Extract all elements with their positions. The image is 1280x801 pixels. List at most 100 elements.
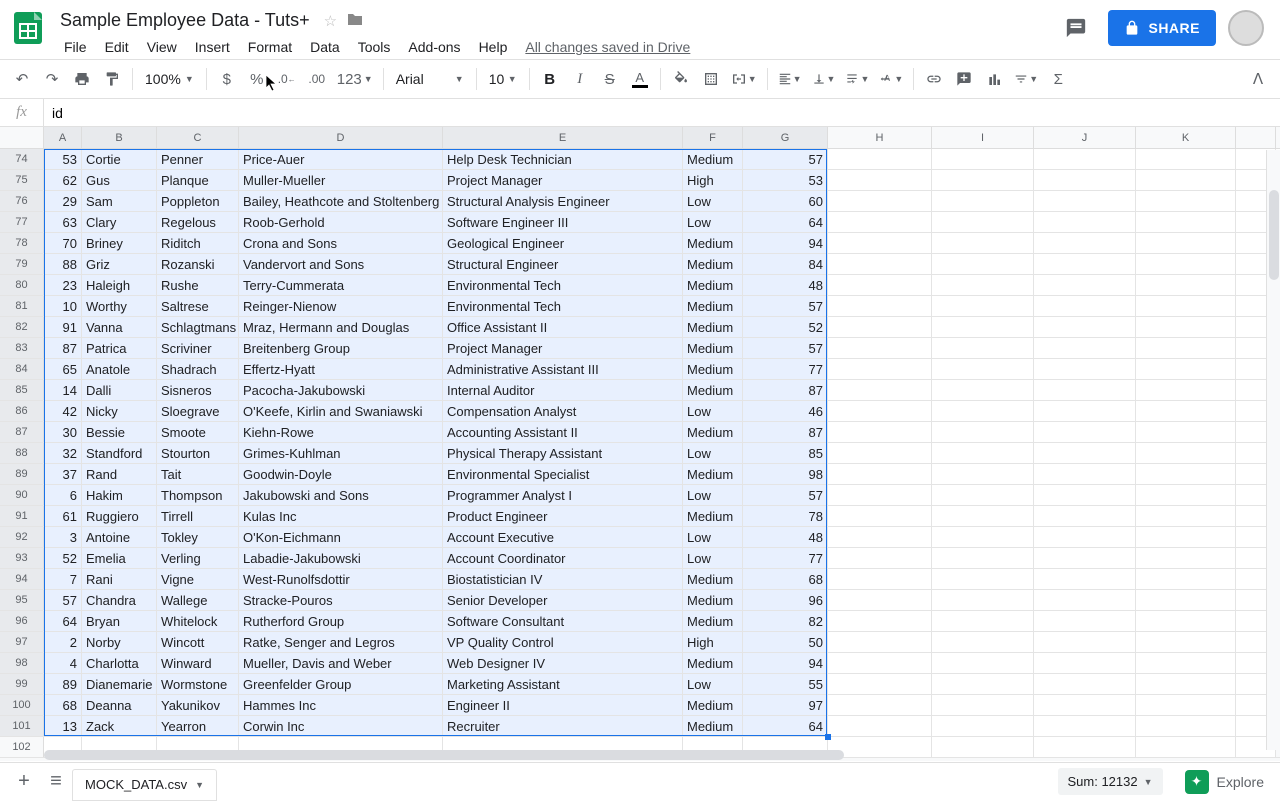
cell[interactable] (828, 443, 932, 463)
cell[interactable] (932, 632, 1034, 652)
cell[interactable] (828, 170, 932, 190)
cell[interactable] (1136, 359, 1236, 379)
cell[interactable]: 37 (44, 464, 82, 484)
cell[interactable]: Medium (683, 422, 743, 442)
cell[interactable]: Price-Auer (239, 149, 443, 169)
col-header-D[interactable]: D (239, 127, 443, 148)
row-header[interactable]: 90 (0, 485, 44, 505)
cell[interactable] (1034, 653, 1136, 673)
row-header[interactable]: 100 (0, 695, 44, 715)
print-button[interactable] (68, 65, 96, 93)
menu-tools[interactable]: Tools (350, 35, 399, 59)
cell[interactable] (1136, 569, 1236, 589)
cell[interactable]: Environmental Tech (443, 275, 683, 295)
cell[interactable]: 85 (743, 443, 828, 463)
menu-data[interactable]: Data (302, 35, 348, 59)
cell[interactable]: 64 (743, 716, 828, 736)
cell[interactable] (1034, 254, 1136, 274)
row-header[interactable]: 99 (0, 674, 44, 694)
col-header-E[interactable]: E (443, 127, 683, 148)
comments-icon[interactable] (1056, 8, 1096, 48)
share-button[interactable]: SHARE (1108, 10, 1216, 46)
row-header[interactable]: 102 (0, 737, 44, 757)
cell[interactable] (1034, 548, 1136, 568)
cell[interactable]: Poppleton (157, 191, 239, 211)
cell[interactable] (828, 401, 932, 421)
cell[interactable]: Tokley (157, 527, 239, 547)
undo-button[interactable]: ↶ (8, 65, 36, 93)
cell[interactable]: Software Consultant (443, 611, 683, 631)
cell[interactable] (1136, 695, 1236, 715)
cell[interactable]: 13 (44, 716, 82, 736)
cell[interactable]: Jakubowski and Sons (239, 485, 443, 505)
cell[interactable] (932, 590, 1034, 610)
cell[interactable]: Medium (683, 464, 743, 484)
cell[interactable]: Wormstone (157, 674, 239, 694)
cell[interactable]: Medium (683, 296, 743, 316)
cell[interactable] (1034, 443, 1136, 463)
row-header[interactable]: 101 (0, 716, 44, 736)
cell[interactable]: Zack (82, 716, 157, 736)
menu-view[interactable]: View (139, 35, 185, 59)
cell[interactable] (1034, 527, 1136, 547)
account-avatar[interactable] (1228, 10, 1264, 46)
cell[interactable]: 53 (44, 149, 82, 169)
cell[interactable]: Yakunikov (157, 695, 239, 715)
cell[interactable]: Programmer Analyst I (443, 485, 683, 505)
cell[interactable]: 10 (44, 296, 82, 316)
cell[interactable] (828, 359, 932, 379)
cell[interactable] (1136, 338, 1236, 358)
cell[interactable] (932, 254, 1034, 274)
text-wrap-button[interactable]: ▼ (841, 65, 873, 93)
cell[interactable]: 68 (743, 569, 828, 589)
cell[interactable]: Project Manager (443, 338, 683, 358)
menu-add-ons[interactable]: Add-ons (400, 35, 468, 59)
cell[interactable]: Rutherford Group (239, 611, 443, 631)
cell[interactable]: Structural Analysis Engineer (443, 191, 683, 211)
cell[interactable]: Software Engineer III (443, 212, 683, 232)
cell[interactable] (828, 233, 932, 253)
cell[interactable]: Goodwin-Doyle (239, 464, 443, 484)
text-color-button[interactable]: A (626, 65, 654, 93)
cell[interactable] (1034, 464, 1136, 484)
cell[interactable] (932, 359, 1034, 379)
cell[interactable] (828, 506, 932, 526)
fill-color-button[interactable] (667, 65, 695, 93)
cell[interactable]: Low (683, 401, 743, 421)
cell[interactable]: 29 (44, 191, 82, 211)
cell[interactable] (1034, 485, 1136, 505)
cell[interactable]: Low (683, 212, 743, 232)
cell[interactable]: Clary (82, 212, 157, 232)
row-header[interactable]: 84 (0, 359, 44, 379)
strikethrough-button[interactable]: S (596, 65, 624, 93)
increase-decimal-button[interactable]: .00 (303, 65, 331, 93)
cell[interactable] (932, 611, 1034, 631)
cell[interactable]: Vandervort and Sons (239, 254, 443, 274)
cell[interactable]: Medium (683, 611, 743, 631)
cell[interactable]: Briney (82, 233, 157, 253)
cell[interactable]: 63 (44, 212, 82, 232)
cell[interactable] (1034, 695, 1136, 715)
menu-file[interactable]: File (56, 35, 95, 59)
cell[interactable] (1136, 464, 1236, 484)
cell[interactable]: Patrica (82, 338, 157, 358)
filter-button[interactable]: ▼ (1010, 65, 1042, 93)
cell[interactable] (1136, 590, 1236, 610)
vertical-align-button[interactable]: ▼ (808, 65, 840, 93)
cell[interactable]: Sloegrave (157, 401, 239, 421)
cell[interactable]: 64 (743, 212, 828, 232)
cell[interactable]: Low (683, 674, 743, 694)
cell[interactable]: Rani (82, 569, 157, 589)
cell[interactable]: Geological Engineer (443, 233, 683, 253)
cell[interactable]: Administrative Assistant III (443, 359, 683, 379)
cell[interactable] (932, 233, 1034, 253)
font-size-select[interactable]: 10▼ (483, 71, 523, 87)
cell[interactable] (1034, 506, 1136, 526)
cell[interactable]: 46 (743, 401, 828, 421)
row-header[interactable]: 94 (0, 569, 44, 589)
cell[interactable]: 64 (44, 611, 82, 631)
cell[interactable]: Riditch (157, 233, 239, 253)
cell[interactable] (828, 695, 932, 715)
row-header[interactable]: 77 (0, 212, 44, 232)
cell[interactable]: Project Manager (443, 170, 683, 190)
